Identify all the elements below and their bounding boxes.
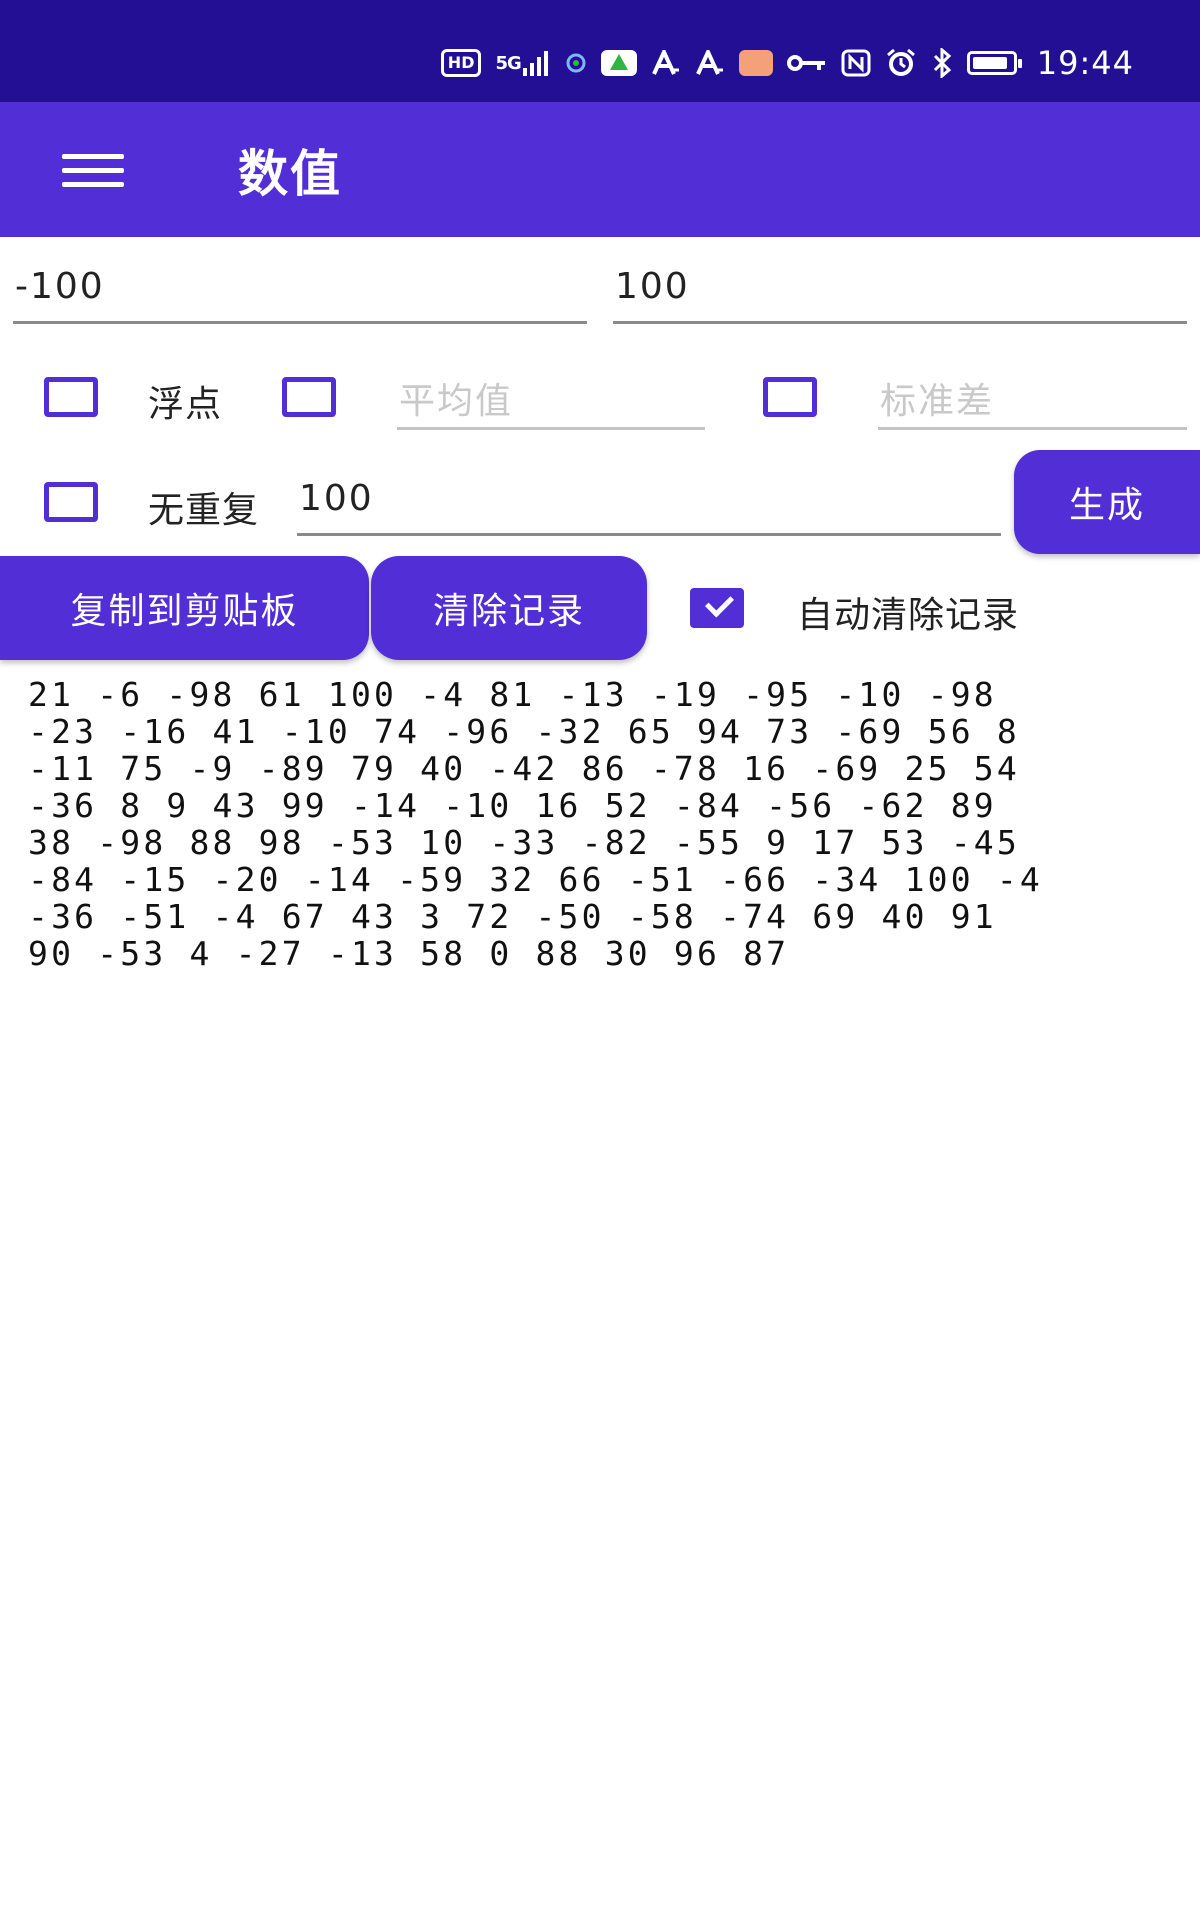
output-line: 90 -53 4 -27 -13 58 0 88 30 96 87 bbox=[28, 934, 790, 973]
generate-button[interactable]: 生成 bbox=[1014, 450, 1200, 554]
no-repeat-checkbox[interactable] bbox=[44, 482, 98, 522]
font-icon bbox=[651, 48, 681, 78]
battery-icon bbox=[966, 51, 1022, 75]
bluetooth-icon bbox=[931, 48, 953, 78]
page-title: 数值 bbox=[238, 145, 342, 203]
output-text: 21 -6 -98 61 100 -4 81 -13 -19 -95 -10 -… bbox=[28, 676, 1188, 972]
clear-records-button[interactable]: 清除记录 bbox=[371, 556, 647, 660]
signal-icon: 5G bbox=[495, 48, 550, 78]
nfc-icon bbox=[841, 48, 871, 78]
mean-input[interactable]: 平均值 bbox=[397, 372, 705, 430]
hd-icon: HD bbox=[440, 49, 482, 77]
signal-label: 5G bbox=[495, 52, 521, 74]
status-time: 19:44 bbox=[1036, 44, 1134, 82]
max-value-input[interactable]: 100 bbox=[613, 266, 1187, 324]
app-screen: HD 5G 19:44 数值 -100 100 浮点 平均值 标准差 无重复 1… bbox=[0, 0, 1200, 1920]
no-repeat-label: 无重复 bbox=[148, 490, 260, 531]
auto-clear-label: 自动清除记录 bbox=[797, 595, 1020, 636]
message-icon bbox=[738, 50, 773, 76]
key-icon bbox=[786, 48, 827, 78]
menu-icon[interactable] bbox=[52, 140, 132, 200]
output-line: -84 -15 -20 -14 -59 32 66 -51 -66 -34 10… bbox=[28, 860, 1043, 899]
stddev-checkbox[interactable] bbox=[763, 377, 817, 417]
stddev-input[interactable]: 标准差 bbox=[878, 372, 1187, 430]
output-line: 21 -6 -98 61 100 -4 81 -13 -19 -95 -10 -… bbox=[28, 675, 997, 714]
output-line: -11 75 -9 -89 79 40 -42 86 -78 16 -69 25… bbox=[28, 749, 1020, 788]
count-input[interactable]: 100 bbox=[297, 478, 1001, 536]
font-icon bbox=[695, 48, 725, 78]
wifi-icon bbox=[565, 48, 587, 78]
app-bar: 数值 bbox=[0, 102, 1200, 237]
float-label: 浮点 bbox=[148, 384, 223, 425]
output-line: -23 -16 41 -10 74 -96 -32 65 94 73 -69 5… bbox=[28, 712, 1020, 751]
status-icons: HD 5G 19:44 bbox=[440, 44, 1134, 82]
auto-clear-checkbox[interactable] bbox=[690, 588, 744, 628]
status-bar: HD 5G 19:44 bbox=[0, 0, 1200, 102]
min-value-input[interactable]: -100 bbox=[13, 266, 587, 324]
app-icon-green bbox=[600, 50, 637, 76]
output-line: 38 -98 88 98 -53 10 -33 -82 -55 9 17 53 … bbox=[28, 823, 1020, 862]
copy-to-clipboard-button[interactable]: 复制到剪贴板 bbox=[0, 556, 369, 660]
alarm-icon bbox=[885, 48, 917, 78]
output-line: -36 -51 -4 67 43 3 72 -50 -58 -74 69 40 … bbox=[28, 897, 997, 936]
output-line: -36 8 9 43 99 -14 -10 16 52 -84 -56 -62 … bbox=[28, 786, 997, 825]
float-checkbox[interactable] bbox=[44, 377, 98, 417]
signal-bars-icon bbox=[522, 51, 548, 76]
mean-checkbox[interactable] bbox=[282, 377, 336, 417]
